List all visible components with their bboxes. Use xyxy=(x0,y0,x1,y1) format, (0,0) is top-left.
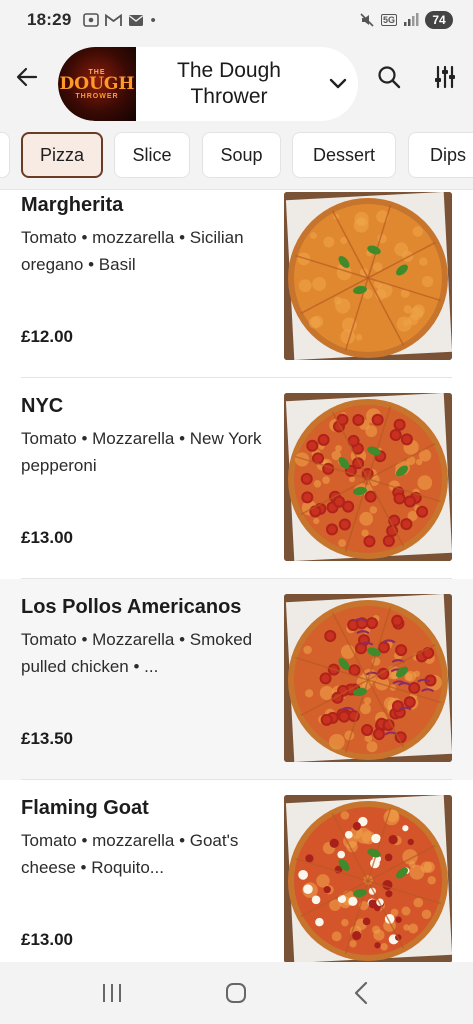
recents-button[interactable] xyxy=(82,973,142,1013)
menu-list: Margherita Tomato • mozzarella • Sicilia… xyxy=(0,190,473,962)
home-button[interactable] xyxy=(206,973,266,1013)
filter-button[interactable] xyxy=(428,60,462,94)
menu-item-flaming-goat[interactable]: Flaming Goat Tomato • mozzarella • Goat'… xyxy=(0,780,473,962)
system-nav-bar xyxy=(0,962,473,1024)
notification-dot-icon: • xyxy=(150,11,156,29)
mail-icon xyxy=(129,14,144,26)
back-nav-icon xyxy=(354,981,367,1005)
store-selector[interactable]: THE DOUGH THROWER The Dough Thrower xyxy=(58,47,358,121)
category-tabs: Pizza Slice Soup Dessert Dips xyxy=(0,128,473,190)
item-name: Los Pollos Americanos xyxy=(21,596,242,618)
recents-icon xyxy=(103,984,122,1002)
menu-item-los-pollos-americanos[interactable]: Los Pollos Americanos Tomato • Mozzarell… xyxy=(0,579,473,780)
gmail-icon xyxy=(105,13,123,26)
tab-dessert[interactable]: Dessert xyxy=(292,132,396,178)
item-image xyxy=(284,393,452,561)
search-button[interactable] xyxy=(372,60,406,94)
signal-icon xyxy=(404,13,419,26)
item-name: Flaming Goat xyxy=(21,797,149,819)
tab-slice[interactable]: Slice xyxy=(114,132,190,178)
home-icon xyxy=(226,983,247,1003)
battery-badge: 74 xyxy=(425,11,453,29)
item-description: Tomato • mozzarella • Goat's cheese • Ro… xyxy=(21,831,239,877)
search-icon xyxy=(378,66,401,89)
filter-icon xyxy=(435,65,455,89)
menu-item-margherita[interactable]: Margherita Tomato • mozzarella • Sicilia… xyxy=(0,190,473,378)
network-label: 5G xyxy=(380,14,397,26)
item-name: NYC xyxy=(21,395,64,417)
item-price: £13.00 xyxy=(21,930,73,949)
item-price: £13.00 xyxy=(21,528,73,547)
item-price: £13.50 xyxy=(21,729,73,748)
back-arrow-icon xyxy=(16,67,38,87)
tab-previous[interactable] xyxy=(0,132,10,178)
item-name: Margherita xyxy=(21,194,124,216)
menu-item-nyc[interactable]: NYC Tomato • Mozzarella • New York peppe… xyxy=(0,378,473,579)
tab-dips[interactable]: Dips xyxy=(408,132,473,178)
item-description: Tomato • Mozzarella • Smoked pulled chic… xyxy=(21,630,253,676)
item-image xyxy=(284,594,452,762)
item-price: £12.00 xyxy=(21,327,73,346)
mute-icon xyxy=(360,13,374,27)
item-image xyxy=(284,192,452,360)
back-button[interactable] xyxy=(10,60,44,94)
item-image xyxy=(284,795,452,962)
item-description: Tomato • mozzarella • Sicilian oregano •… xyxy=(21,228,244,274)
store-name: The Dough Thrower xyxy=(177,59,281,108)
tab-soup[interactable]: Soup xyxy=(202,132,281,178)
store-logo: THE DOUGH THROWER xyxy=(58,47,136,121)
back-nav-button[interactable] xyxy=(331,973,391,1013)
chevron-down-icon xyxy=(329,78,347,89)
status-bar: 18:29 • 5G 74 xyxy=(0,0,473,40)
tab-pizza[interactable]: Pizza xyxy=(21,132,103,178)
status-time: 18:29 xyxy=(27,10,72,29)
store-header: THE DOUGH THROWER The Dough Thrower xyxy=(0,40,473,128)
item-description: Tomato • Mozzarella • New York pepperoni xyxy=(21,429,262,475)
screen-record-icon xyxy=(83,13,100,27)
